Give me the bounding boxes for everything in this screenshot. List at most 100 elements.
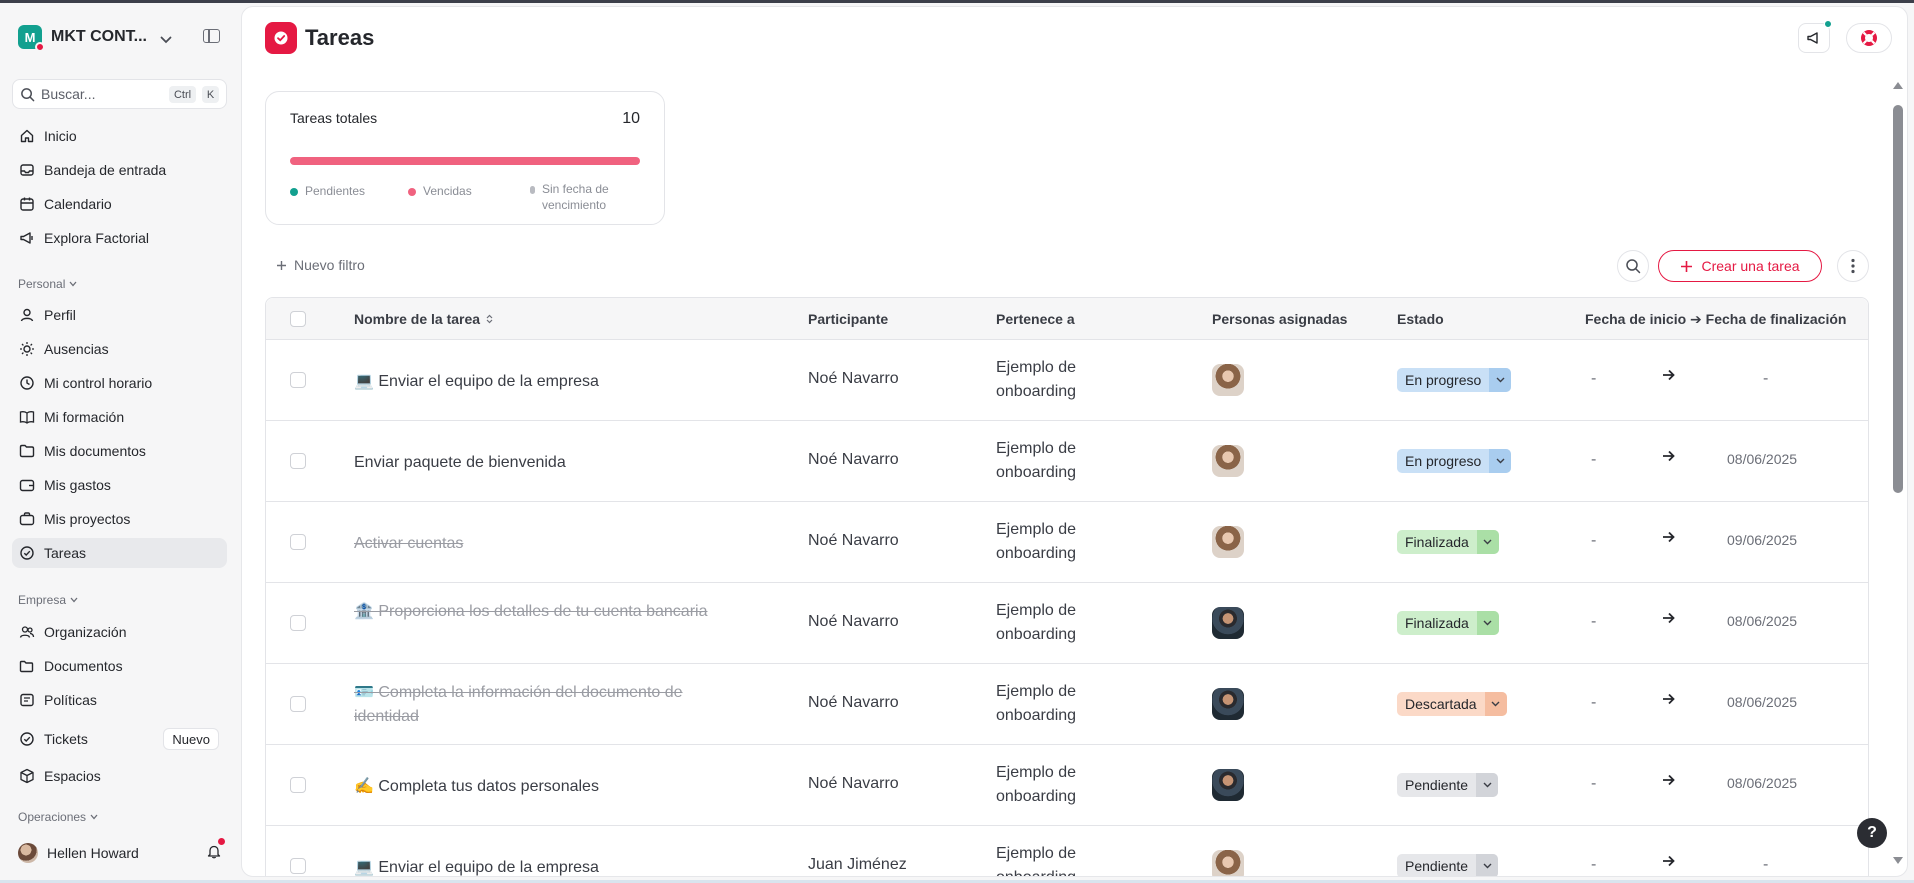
column-header-dates[interactable]: Fecha de inicio ➔ Fecha de finalización <box>1585 311 1846 328</box>
sidebar-item-ausencias[interactable]: Ausencias <box>12 334 227 364</box>
table-row[interactable]: 🏦 Proporciona los detalles de tu cuenta … <box>266 583 1868 664</box>
status-label: Finalizada <box>1405 534 1469 550</box>
sidebar-item-calendario[interactable]: Calendario <box>12 189 227 219</box>
scrollbar-thumb[interactable] <box>1893 105 1903 493</box>
bell-icon[interactable] <box>207 838 225 864</box>
chevron-down-icon <box>70 597 78 603</box>
assignee-avatar[interactable] <box>1212 526 1244 558</box>
scroll-down-arrow[interactable] <box>1892 852 1904 870</box>
belongs-line: Ejemplo de <box>996 521 1077 538</box>
create-task-button[interactable]: Crear una tarea <box>1658 250 1822 282</box>
row-checkbox[interactable] <box>290 615 306 631</box>
sidebar-item-gastos[interactable]: Mis gastos <box>12 470 227 500</box>
chevron-down-icon[interactable] <box>160 31 172 49</box>
status-dropdown[interactable]: Pendiente <box>1397 773 1499 797</box>
plus-icon <box>277 260 286 270</box>
select-all-checkbox[interactable] <box>290 311 306 327</box>
row-checkbox[interactable] <box>290 696 306 712</box>
sidebar-item-tareas[interactable]: Tareas <box>12 538 227 568</box>
status-dropdown[interactable]: Descartada <box>1397 692 1507 716</box>
section-empresa[interactable]: Empresa <box>18 593 78 607</box>
row-checkbox[interactable] <box>290 453 306 469</box>
search-input[interactable]: Buscar... Ctrl K <box>12 79 227 109</box>
help-center-button[interactable] <box>1846 23 1892 53</box>
legend-label: Sin fecha de vencimiento <box>542 182 609 212</box>
help-button[interactable]: ? <box>1857 818 1887 848</box>
create-task-label: Crear una tarea <box>1701 258 1800 274</box>
assignee-avatar[interactable] <box>1212 769 1244 801</box>
row-checkbox[interactable] <box>290 372 306 388</box>
sidebar-item-explora[interactable]: Explora Factorial <box>12 223 227 253</box>
sidebar-item-formacion[interactable]: Mi formación <box>12 402 227 432</box>
status-dropdown[interactable]: Finalizada <box>1397 530 1499 554</box>
column-header-participant[interactable]: Participante <box>808 311 888 327</box>
table-row[interactable]: 💻 Enviar el equipo de la empresa Noé Nava… <box>266 340 1868 421</box>
task-name[interactable]: Activar cuentas <box>354 532 734 556</box>
status-label: En progreso <box>1405 372 1482 388</box>
table-row[interactable]: Enviar paquete de bienvenida Noé Navarro E… <box>266 421 1868 502</box>
ticket-icon <box>19 731 35 747</box>
table-row[interactable]: ✍️ Completa tus datos personales Noé Nava… <box>266 745 1868 826</box>
legend-dot <box>290 188 298 196</box>
section-personal[interactable]: Personal <box>18 277 77 291</box>
status-dropdown[interactable]: En progreso <box>1397 368 1512 392</box>
search-button[interactable] <box>1617 250 1649 282</box>
sidebar-item-inicio[interactable]: Inicio <box>12 121 227 151</box>
status-label: Descartada <box>1405 696 1477 712</box>
status-label: Pendiente <box>1405 858 1469 874</box>
belongs-line: Ejemplo de <box>996 845 1077 862</box>
sidebar-item-espacios[interactable]: Espacios <box>12 761 227 791</box>
task-name[interactable]: 💻 Enviar el equipo de la empresa <box>354 370 734 394</box>
sidebar-item-proyectos[interactable]: Mis proyectos <box>12 504 227 534</box>
sidebar-item-tickets[interactable]: Tickets Nuevo <box>12 724 227 754</box>
user-menu[interactable]: Hellen Howard <box>18 838 225 866</box>
assignee-avatar[interactable] <box>1212 688 1244 720</box>
start-date: - <box>1591 613 1597 630</box>
task-name[interactable]: Enviar paquete de bienvenida <box>354 451 734 475</box>
task-name[interactable]: 🪪 Completa la información del documento … <box>354 681 734 729</box>
assignee-avatar[interactable] <box>1212 607 1244 639</box>
assignee-avatar[interactable] <box>1212 850 1244 876</box>
sidebar-item-bandeja[interactable]: Bandeja de entrada <box>12 155 227 185</box>
scroll-up-arrow[interactable] <box>1892 77 1904 95</box>
status-dropdown[interactable]: Pendiente <box>1397 854 1499 876</box>
status-dropdown[interactable]: Finalizada <box>1397 611 1499 635</box>
task-name[interactable]: 💻 Enviar el equipo de la empresa <box>354 856 734 876</box>
status-label: Pendiente <box>1405 777 1469 793</box>
search-icon <box>1626 259 1641 274</box>
sidebar-item-label: Tickets <box>44 731 88 747</box>
new-filter-button[interactable]: Nuevo filtro <box>276 257 365 273</box>
task-name[interactable]: 🏦 Proporciona los detalles de tu cuenta … <box>354 600 734 624</box>
column-header-name[interactable]: Nombre de la tarea <box>354 311 493 327</box>
assignee-avatar[interactable] <box>1212 445 1244 477</box>
clock-icon <box>19 375 35 391</box>
sidebar-item-documentos-empresa[interactable]: Documentos <box>12 651 227 681</box>
more-options-button[interactable] <box>1837 250 1869 282</box>
sidebar-item-politicas[interactable]: Políticas <box>12 685 227 715</box>
status-dropdown[interactable]: En progreso <box>1397 449 1512 473</box>
sidebar-item-documentos[interactable]: Mis documentos <box>12 436 227 466</box>
table-row[interactable]: Activar cuentas Noé Navarro Ejemplo de onbo… <box>266 502 1868 583</box>
task-name[interactable]: ✍️ Completa tus datos personales <box>354 775 734 799</box>
window-top-border <box>0 0 1914 3</box>
column-header-status[interactable]: Estado <box>1397 311 1444 327</box>
table-row[interactable]: 🪪 Completa la información del documento … <box>266 664 1868 745</box>
table-row[interactable]: 💻 Enviar el equipo de la empresa Juan Jim… <box>266 826 1868 876</box>
sidebar-item-control-horario[interactable]: Mi control horario <box>12 368 227 398</box>
section-operaciones[interactable]: Operaciones <box>18 810 98 824</box>
sidebar-item-organizacion[interactable]: Organización <box>12 617 227 647</box>
workspace-switcher[interactable]: M MKT CONT... <box>18 25 147 52</box>
sidebar-item-perfil[interactable]: Perfil <box>12 300 227 330</box>
row-checkbox[interactable] <box>290 777 306 793</box>
column-header-belongs[interactable]: Pertenece a <box>996 311 1075 327</box>
assignee-avatar[interactable] <box>1212 364 1244 396</box>
chevron-down-icon <box>69 281 77 287</box>
row-checkbox[interactable] <box>290 534 306 550</box>
row-checkbox[interactable] <box>290 858 306 874</box>
workspace-logo: M <box>18 25 45 52</box>
legend-sin-fecha: Sin fecha de vencimiento <box>530 181 640 213</box>
sidebar-collapse-icon[interactable] <box>203 29 220 43</box>
column-header-assigned[interactable]: Personas asignadas <box>1212 311 1347 327</box>
shortcut-k: K <box>202 86 219 103</box>
announcements-button[interactable] <box>1798 20 1832 53</box>
